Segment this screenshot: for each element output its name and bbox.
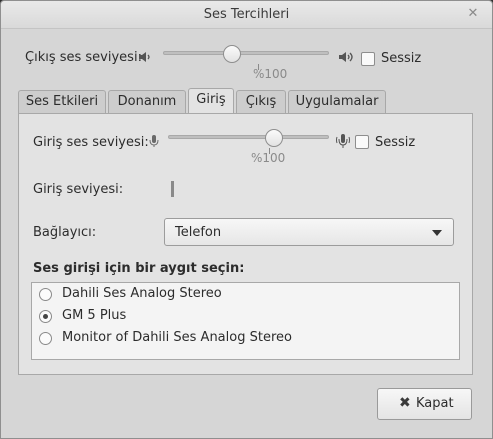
tab-donanim[interactable]: Donanım	[108, 90, 186, 114]
tab-ses-etkileri[interactable]: Ses Etkileri	[18, 90, 106, 114]
output-volume-label: Çıkış ses seviyesi:	[25, 50, 142, 65]
input-volume-percent: %100	[251, 151, 286, 165]
tab-uygulamalar[interactable]: Uygulamalar	[288, 90, 386, 114]
titlebar[interactable]: Ses Tercihleri ✕	[1, 1, 492, 29]
device-radio[interactable]	[39, 332, 52, 345]
input-volume-label: Giriş ses seviyesi:	[33, 135, 149, 150]
tab-cikis[interactable]: Çıkış	[236, 90, 286, 114]
device-item[interactable]: GM 5 Plus	[32, 306, 459, 328]
device-item-label: GM 5 Plus	[62, 308, 127, 323]
input-mute-checkbox[interactable]	[355, 135, 369, 149]
close-window-icon[interactable]: ✕	[466, 6, 480, 22]
input-level-meter	[171, 181, 174, 197]
input-mute-label: Sessiz	[375, 135, 416, 150]
chevron-down-icon	[432, 230, 442, 236]
close-button[interactable]: ✖ Kapat	[377, 388, 472, 420]
input-volume-slider[interactable]	[166, 129, 331, 159]
close-icon: ✖	[399, 395, 411, 411]
output-mute-checkbox[interactable]	[361, 52, 375, 66]
input-level-label: Giriş seviyesi:	[33, 182, 124, 197]
device-list-heading: Ses girişi için bir aygıt seçin:	[33, 261, 245, 276]
output-mute-label: Sessiz	[381, 51, 422, 66]
device-radio[interactable]	[39, 288, 52, 301]
device-item-label: Dahili Ses Analog Stereo	[62, 286, 222, 301]
device-radio-selected[interactable]	[39, 310, 52, 323]
microphone-low-icon	[149, 134, 159, 147]
sound-preferences-window: Ses Tercihleri ✕ Çıkış ses seviyesi: %10…	[0, 0, 493, 439]
device-item[interactable]: Monitor of Dahili Ses Analog Stereo	[32, 328, 459, 350]
device-item[interactable]: Dahili Ses Analog Stereo	[32, 284, 459, 306]
speaker-low-icon	[138, 51, 152, 66]
speaker-high-icon	[338, 50, 356, 67]
close-button-label: Kapat	[416, 396, 454, 411]
input-device-list: Dahili Ses Analog Stereo GM 5 Plus Monit…	[31, 282, 460, 360]
microphone-high-icon	[335, 133, 351, 148]
window-title: Ses Tercihleri	[203, 7, 290, 22]
device-item-label: Monitor of Dahili Ses Analog Stereo	[62, 330, 292, 345]
output-volume-percent: %100	[253, 67, 288, 81]
connector-label: Bağlayıcı:	[33, 225, 97, 240]
output-volume-slider[interactable]	[161, 45, 331, 75]
connector-combobox[interactable]: Telefon	[164, 218, 454, 246]
tab-giris[interactable]: Giriş	[188, 88, 234, 114]
connector-value: Telefon	[175, 225, 222, 240]
